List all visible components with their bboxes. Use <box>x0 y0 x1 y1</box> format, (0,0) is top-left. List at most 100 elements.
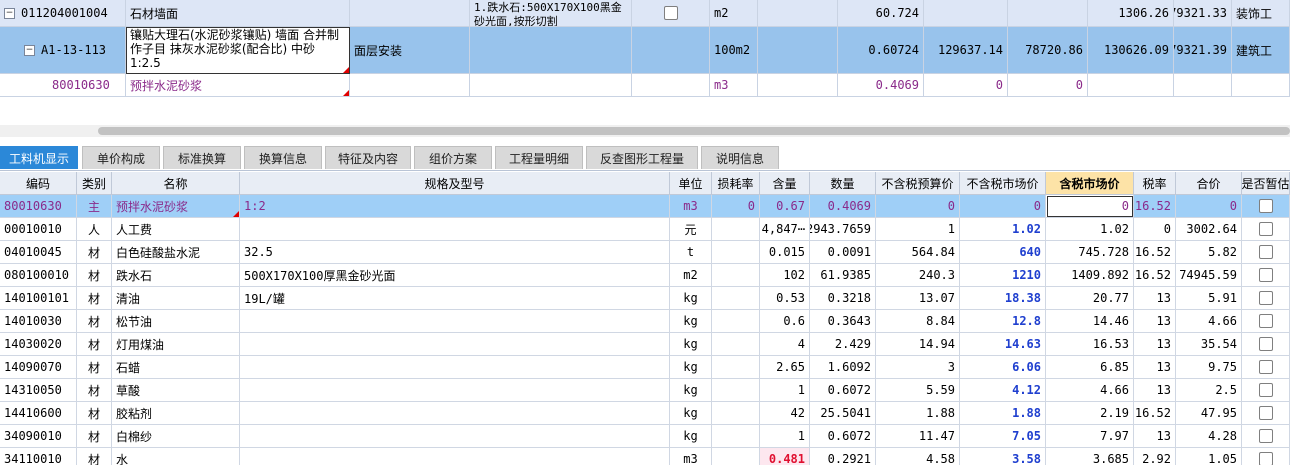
cell-unit[interactable]: t <box>670 241 712 264</box>
item-name-cell[interactable]: 镶贴大理石(水泥砂浆镶贴) 墙面 合并制作子目 抹灰水泥砂浆(配合比) 中砂 1… <box>126 27 350 74</box>
cell-code[interactable]: 14410600 <box>0 402 77 425</box>
cell-content[interactable]: 102 <box>760 264 810 287</box>
cell-market[interactable]: 14.63 <box>960 333 1046 356</box>
provisional-checkbox[interactable] <box>1258 406 1273 420</box>
provisional-checkbox[interactable] <box>1258 452 1273 465</box>
resource-row[interactable]: 34090010 材白棉纱 kg 1 0.6072 11.47 7.05 7.97 13 4.28 <box>0 425 1290 448</box>
cell-total[interactable]: 3002.64 <box>1176 218 1242 241</box>
tab-conversion-info[interactable]: 换算信息 <box>244 146 322 169</box>
cell-total[interactable]: 2.5 <box>1176 379 1242 402</box>
cell-type[interactable]: 材 <box>77 448 112 465</box>
cell-prov[interactable] <box>1242 241 1290 264</box>
cell-spec[interactable]: 19L/罐 <box>240 287 670 310</box>
resource-row[interactable]: 14310050 材草酸 kg 1 0.6072 5.59 4.12 4.66 13 2.5 <box>0 379 1290 402</box>
cell-loss[interactable] <box>712 218 760 241</box>
cell-qty[interactable]: 0.4069 <box>810 195 876 218</box>
tab-unit-price-composition[interactable]: 单价构成 <box>82 146 160 169</box>
qty-cell[interactable]: 0.60724 <box>838 27 924 74</box>
cell-tax[interactable]: 0 <box>1134 218 1176 241</box>
cell-spec[interactable]: 500X170X100厚黑金砂光面 <box>240 264 670 287</box>
cell-content[interactable]: 0.6 <box>760 310 810 333</box>
content-cell[interactable] <box>350 0 470 27</box>
cell-spec[interactable]: 32.5 <box>240 241 670 264</box>
cell-qty[interactable]: 0.3643 <box>810 310 876 333</box>
resource-row[interactable]: 14090070 材石蜡 kg 2.65 1.6092 3 6.06 6.85 13 9.75 <box>0 356 1290 379</box>
cell-loss[interactable] <box>712 448 760 465</box>
collapse-icon[interactable]: − <box>24 44 35 56</box>
v1-cell[interactable]: 0 <box>924 74 1008 97</box>
cell-market-tax[interactable]: 6.85 <box>1046 356 1134 379</box>
tab-description-info[interactable]: 说明信息 <box>701 146 779 169</box>
cell-unit[interactable]: kg <box>670 310 712 333</box>
cell-total[interactable]: 1.05 <box>1176 448 1242 465</box>
cell-loss[interactable] <box>712 310 760 333</box>
cell-content[interactable]: 0.015 <box>760 241 810 264</box>
cell-budget[interactable]: 14.94 <box>876 333 960 356</box>
col-content[interactable]: 含量 <box>760 172 810 195</box>
cell-code[interactable]: 80010630 <box>0 195 77 218</box>
col-spec[interactable]: 规格及型号 <box>240 172 670 195</box>
resource-row[interactable]: 080100010 材跌水石 500X170X100厚黑金砂光面 m2 102 61.93… <box>0 264 1290 287</box>
cell-market[interactable]: 4.12 <box>960 379 1046 402</box>
cell-market-tax[interactable]: 16.53 <box>1046 333 1134 356</box>
cell-prov[interactable] <box>1242 218 1290 241</box>
cell-content[interactable]: 4,847⋯ <box>760 218 810 241</box>
col-quantity[interactable]: 数量 <box>810 172 876 195</box>
cell-code[interactable]: 14030020 <box>0 333 77 356</box>
content-cell[interactable] <box>350 74 470 97</box>
cell-type[interactable]: 材 <box>77 310 112 333</box>
cell-code[interactable]: 080100010 <box>0 264 77 287</box>
provisional-checkbox[interactable] <box>1258 383 1273 397</box>
cell-total[interactable]: 74945.59 <box>1176 264 1242 287</box>
cell-total[interactable]: 47.95 <box>1176 402 1242 425</box>
provisional-checkbox[interactable] <box>1258 429 1273 443</box>
cell-unit[interactable]: kg <box>670 287 712 310</box>
collapse-icon[interactable]: − <box>4 7 15 19</box>
cell-name[interactable]: 清油 <box>112 287 240 310</box>
tree-code-cell[interactable]: − A1-13-113 <box>0 27 126 74</box>
price-cell[interactable]: 1306.26 <box>1088 0 1174 27</box>
cell-tax[interactable]: 16.52 <box>1134 195 1176 218</box>
cell-total[interactable]: 9.75 <box>1176 356 1242 379</box>
total-cell[interactable]: 79321.39 <box>1174 27 1232 74</box>
price-cell[interactable] <box>1088 74 1174 97</box>
resource-row[interactable]: 14030020 材灯用煤油 kg 4 2.429 14.94 14.63 16.53 13 35… <box>0 333 1290 356</box>
provisional-checkbox[interactable] <box>1258 360 1273 374</box>
cell-tax[interactable]: 13 <box>1134 379 1176 402</box>
bill-row-1[interactable]: − 011204001004 石材墙面 1.跌水石:500X170X100黑金砂… <box>0 0 1290 27</box>
cell-qty[interactable]: 25.5041 <box>810 402 876 425</box>
col-total[interactable]: 合价 <box>1176 172 1242 195</box>
cell-market[interactable]: 6.06 <box>960 356 1046 379</box>
bill-row-3[interactable]: 80010630 预拌水泥砂浆 m3 0.4069 0 0 <box>0 74 1290 97</box>
col-market-price-tax[interactable]: 含税市场价 <box>1046 172 1134 195</box>
tab-features-content[interactable]: 特征及内容 <box>325 146 411 169</box>
cell-market[interactable]: 1.88 <box>960 402 1046 425</box>
unit-cell[interactable]: m2 <box>710 0 758 27</box>
cell-content[interactable]: 42 <box>760 402 810 425</box>
cell-unit[interactable]: kg <box>670 379 712 402</box>
tab-labor-material-machine[interactable]: 工料机显示 <box>0 146 78 169</box>
cell-code[interactable]: 14090070 <box>0 356 77 379</box>
cell-budget[interactable]: 4.58 <box>876 448 960 465</box>
cell-prov[interactable] <box>1242 448 1290 465</box>
cell-type[interactable]: 人 <box>77 218 112 241</box>
unit-cell[interactable]: m3 <box>710 74 758 97</box>
cell-spec[interactable] <box>240 448 670 465</box>
cell-budget[interactable]: 1.88 <box>876 402 960 425</box>
cell-tax[interactable]: 13 <box>1134 287 1176 310</box>
cell-prov[interactable] <box>1242 264 1290 287</box>
cell-type[interactable]: 材 <box>77 425 112 448</box>
cell-name[interactable]: 预拌水泥砂浆 <box>112 195 240 218</box>
cell-market[interactable]: 12.8 <box>960 310 1046 333</box>
cell-name[interactable]: 人工费 <box>112 218 240 241</box>
flag-checkbox-cell[interactable] <box>632 0 710 27</box>
v2-cell[interactable] <box>1008 0 1088 27</box>
tab-standard-conversion[interactable]: 标准换算 <box>163 146 241 169</box>
cell-prov[interactable] <box>1242 425 1290 448</box>
cell-unit[interactable]: kg <box>670 402 712 425</box>
resource-row[interactable]: 00010010 人人工费元 4,847⋯ 2943.7659 1 1.02 1.02 0 30… <box>0 218 1290 241</box>
expr-cell[interactable] <box>758 74 838 97</box>
cell-budget[interactable]: 240.3 <box>876 264 960 287</box>
cell-market[interactable]: 1210 <box>960 264 1046 287</box>
cell-budget[interactable]: 3 <box>876 356 960 379</box>
